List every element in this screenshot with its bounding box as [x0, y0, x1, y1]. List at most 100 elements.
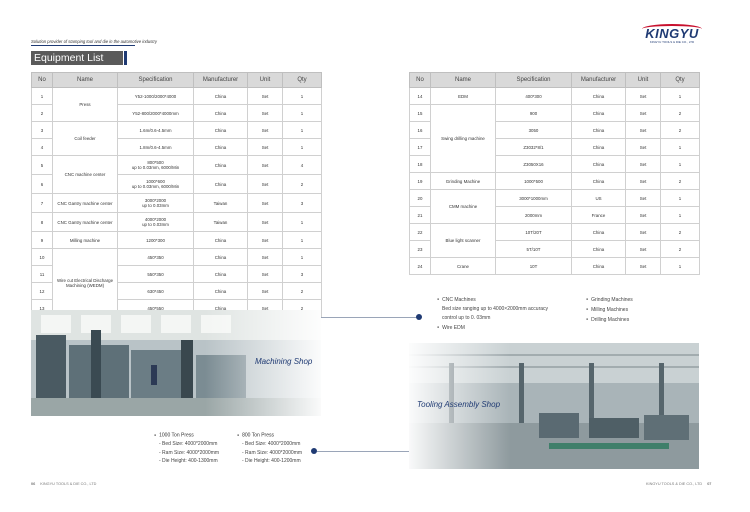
press-800-line: - Ram Size: 4000*2000mm	[242, 449, 303, 456]
cell-qty: 1	[282, 138, 322, 156]
press-800-line: - Die Height: 400-1200mm	[242, 458, 301, 465]
cell-manufacturer: China	[571, 121, 626, 139]
cell-manufacturer: Taiwan	[193, 193, 248, 213]
cell-unit: Set	[247, 138, 283, 156]
table-row: 19 Grinding Machine 1000*500 China Set 2	[409, 172, 700, 190]
column-header: Qty	[660, 72, 700, 88]
cell-qty: 1	[282, 104, 322, 122]
page-number-right: 07	[707, 482, 712, 486]
cell-no: 15	[409, 104, 431, 122]
cell-no: 5	[31, 155, 53, 175]
cell-unit: Set	[625, 223, 661, 241]
table-header-row: No Name Specification Manufacturer Unit Qty	[31, 72, 322, 88]
table-row: 20 CMM machine 3000*1000mm US Set 1	[409, 189, 700, 224]
press-1000-line: - Bed Size: 4000*2000mm	[159, 441, 218, 448]
cell-no: 3	[31, 121, 53, 139]
cell-unit: Set	[625, 138, 661, 156]
cell-manufacturer: China	[193, 104, 248, 122]
cell-manufacturer: China	[193, 87, 248, 105]
footer-company-left: KINGYU TOOLS & DIE CO., LTD	[40, 482, 97, 486]
page-number-left: 06	[31, 482, 36, 486]
cell-spec: 4000*2000 up to 0.03mm	[117, 212, 194, 232]
cell-qty: 1	[660, 87, 700, 105]
cell-name: EDM	[430, 87, 496, 105]
machining-shop-label: Machining Shop	[255, 357, 313, 366]
company-logo: KINGYU KINGYU TOOLS & DIE CO., LTD	[640, 24, 704, 44]
cell-unit: Set	[247, 87, 283, 105]
cell-qty: 1	[282, 87, 322, 105]
table-row: 24 Crane 10T China Set 1	[409, 257, 700, 275]
cell-spec: Z3050X16	[495, 155, 572, 173]
cell-name: CNC Gantry machine center	[52, 193, 118, 213]
equipment-table-left: No Name Specification Manufacturer Unit Qty 1…	[31, 72, 322, 317]
tooling-connector-line	[317, 451, 409, 452]
column-header: Manufacturer	[571, 72, 626, 88]
cell-unit: Set	[625, 257, 661, 275]
cell-unit: Set	[247, 155, 283, 175]
cell-no: 2	[31, 104, 53, 122]
cell-spec: 800*500 up to 0.03mm, 6000/Min	[117, 155, 194, 175]
cell-unit: Set	[625, 172, 661, 190]
cell-manufacturer: China	[571, 257, 626, 275]
column-header: No	[31, 72, 53, 88]
cell-qty: 1	[660, 155, 700, 173]
cell-qty: 1	[282, 212, 322, 232]
cell-manufacturer: China	[193, 174, 248, 194]
tooling-shop-label: Tooling Assembly Shop	[417, 400, 501, 409]
cell-name: Blue light scanner	[430, 223, 496, 258]
table-row: 9 Milling machine 1200*300 China Set 1	[31, 231, 322, 249]
cell-manufacturer: US	[571, 189, 626, 207]
cell-qty: 2	[282, 174, 322, 194]
cell-manufacturer: China	[571, 223, 626, 241]
column-header: Specification	[117, 72, 194, 88]
cell-spec: 400*300	[495, 87, 572, 105]
table-row: 7 CNC Gantry machine center 3000*2000 up t…	[31, 193, 322, 213]
cell-spec: Z3032*8/1	[495, 138, 572, 156]
column-header: Name	[430, 72, 496, 88]
column-header: Specification	[495, 72, 572, 88]
cell-unit: Set	[625, 189, 661, 207]
cell-unit: Set	[247, 265, 283, 283]
table-row: 22 Blue light scanner 10T/20T China Set 2	[409, 223, 700, 258]
cell-manufacturer: China	[193, 121, 248, 139]
cell-qty: 3	[282, 265, 322, 283]
cell-manufacturer: China	[193, 155, 248, 175]
cell-manufacturer: China	[571, 172, 626, 190]
cell-unit: Set	[247, 104, 283, 122]
bullet-accuracy: control up to 0. 03mm	[442, 314, 491, 321]
cell-manufacturer: China	[571, 87, 626, 105]
cell-qty: 2	[282, 282, 322, 300]
cell-unit: Set	[247, 231, 283, 249]
cell-spec: 1000*500	[495, 172, 572, 190]
cell-spec: 1.6m/0.6-4.5mm	[117, 121, 194, 139]
cell-spec: 10T/20T	[495, 223, 572, 241]
bullet-grinding: Grinding Machines	[586, 295, 633, 305]
cell-unit: Set	[625, 87, 661, 105]
cell-spec: 550*350	[117, 265, 194, 283]
cell-unit: Set	[625, 155, 661, 173]
table-row: 10 Wire cut Electrical Discharge Machinin…	[31, 248, 322, 317]
machining-connector-dot	[416, 314, 422, 320]
cell-spec: 3000*2000 up to 0.03mm	[117, 193, 194, 213]
cell-qty: 2	[660, 121, 700, 139]
title-accent	[124, 51, 127, 65]
cell-unit: Set	[247, 121, 283, 139]
cell-name: CMM machine	[430, 189, 496, 224]
cell-manufacturer: China	[193, 265, 248, 283]
cell-spec: 3050	[495, 121, 572, 139]
table-row: 1 Press Y52-1000/2000*4000 China Set 1	[31, 87, 322, 122]
machining-bullets-col1: CNC Machines Bed size ranging up to 4000…	[437, 295, 548, 333]
cell-no: 4	[31, 138, 53, 156]
cell-no: 23	[409, 240, 431, 258]
table-row: 15 Swing drilling machine 900 China Set 2	[409, 104, 700, 173]
column-header: Manufacturer	[193, 72, 248, 88]
cell-unit: Set	[247, 282, 283, 300]
cell-qty: 1	[282, 121, 322, 139]
table-row: 8 CNC Gantry machine center 4000*2000 up t…	[31, 212, 322, 232]
column-header: No	[409, 72, 431, 88]
cell-spec: Y52-800/2000*4000mm	[117, 104, 194, 122]
cell-qty: 1	[660, 189, 700, 207]
cell-unit: Set	[625, 206, 661, 224]
cell-manufacturer: China	[571, 138, 626, 156]
footer-company-right: KINGYU TOOLS & DIE CO., LTD	[646, 482, 703, 486]
